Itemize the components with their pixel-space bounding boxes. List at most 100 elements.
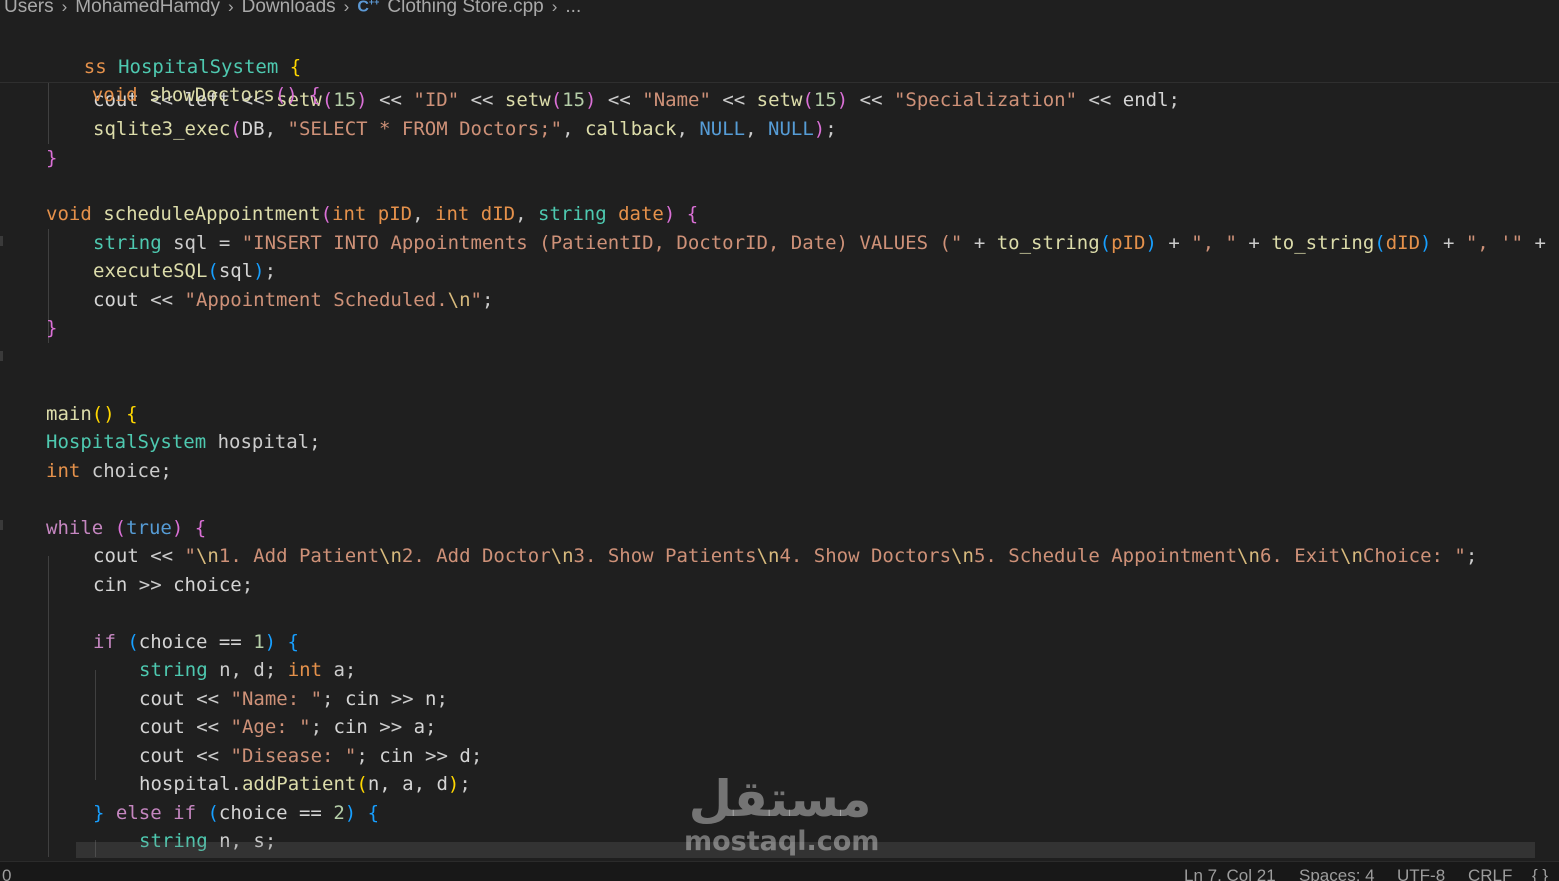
code-line[interactable]: cout << "Disease: "; cin >> d; [139, 742, 482, 770]
token: DB [241, 118, 265, 140]
code-line[interactable]: main() { [46, 400, 138, 428]
token: "Age: " [230, 716, 311, 738]
token: dID [1385, 232, 1421, 254]
token: . [230, 773, 242, 795]
token: 2. Add Doctor [401, 545, 551, 567]
breadcrumb-item-user[interactable]: MohamedHamdy [75, 0, 220, 18]
status-cursor-position[interactable]: Ln 7, Col 21 [1184, 866, 1276, 881]
token: ( [356, 773, 368, 795]
code-line[interactable]: cout << "\n1. Add Patient\n2. Add Doctor… [93, 542, 1477, 570]
token: ; [459, 773, 471, 795]
status-problems[interactable]: 0 [2, 866, 11, 881]
token: } [46, 147, 58, 169]
token: n, a, d [367, 773, 448, 795]
token: , [745, 118, 769, 140]
token: \n [951, 545, 974, 567]
code-line[interactable]: executeSQL(sql); [93, 257, 276, 285]
code-line[interactable]: } [46, 314, 57, 342]
token: ( [321, 89, 334, 111]
token: + [1431, 232, 1466, 254]
token: cout [139, 688, 185, 710]
code-line[interactable]: string n, d; int a; [139, 656, 356, 684]
token: , [515, 203, 539, 225]
token: int [287, 659, 323, 681]
code-line[interactable]: cout << "Age: "; cin >> a; [139, 713, 437, 741]
breadcrumb-item-users[interactable]: Users [4, 0, 54, 18]
token: ) [171, 517, 184, 539]
code-line[interactable]: if (choice == 1) { [93, 628, 299, 656]
margin-marker [0, 351, 3, 361]
token: sql = [161, 232, 242, 254]
token: \n [1340, 545, 1363, 567]
sticky-line-class[interactable]: ss HospitalSystem { [38, 25, 301, 78]
code-line[interactable]: void scheduleAppointment(int pID, int dI… [46, 200, 698, 228]
token: "Appointment Scheduled. [184, 289, 448, 311]
token: while [46, 517, 104, 539]
code-editor[interactable]: cout << left << setw(15) << "ID" << setw… [0, 82, 1559, 857]
token: ) [1145, 232, 1157, 254]
code-line[interactable]: sqlite3_exec(DB, "SELECT * FROM Doctors;… [93, 115, 837, 143]
breadcrumb-item-downloads[interactable]: Downloads [242, 0, 336, 18]
code-line[interactable]: while (true) { [46, 514, 206, 542]
code-line[interactable]: hospital.addPatient(n, a, d); [139, 770, 471, 798]
token: to_string [996, 232, 1100, 254]
token: \n [379, 545, 402, 567]
token: endl [1122, 89, 1169, 111]
token: ; [436, 688, 448, 710]
token: { [686, 203, 699, 225]
token: ( [127, 631, 139, 653]
token: NULL [699, 118, 746, 140]
token: sql [218, 260, 254, 282]
code-line[interactable]: } [46, 144, 57, 172]
token: 15 [333, 89, 357, 111]
code-line[interactable]: cout << "Name: "; cin >> n; [139, 685, 448, 713]
token: ) [253, 260, 265, 282]
code-line[interactable]: HospitalSystem hospital; [46, 428, 321, 456]
token: true [126, 517, 172, 539]
token: << [138, 289, 185, 311]
token: ) [585, 89, 597, 111]
token: int [435, 203, 470, 225]
token: + [962, 232, 997, 254]
token: 15 [813, 89, 837, 111]
chevron-right-icon: › [61, 0, 68, 16]
breadcrumb-trailing[interactable]: ... [565, 0, 581, 18]
token: + [1156, 232, 1192, 254]
status-bar: 0 Ln 7, Col 21 Spaces: 4 UTF-8 CRLF { } [0, 861, 1559, 881]
sticky-scroll-header[interactable]: ss HospitalSystem { void showDoctors() { [0, 24, 1559, 106]
token: ) [264, 631, 277, 653]
token: ; [264, 260, 277, 282]
token: ( [230, 118, 242, 140]
token: ; [470, 745, 483, 767]
breadcrumb-file-name[interactable]: Clothing Store.cpp [387, 0, 543, 18]
status-language-icon[interactable]: { } [1532, 866, 1548, 881]
code-line[interactable]: int choice; [46, 457, 172, 485]
status-eol[interactable]: CRLF [1468, 866, 1512, 881]
token: { [126, 403, 138, 425]
token: , [676, 118, 700, 140]
token: string [139, 659, 208, 681]
status-indentation[interactable]: Spaces: 4 [1299, 866, 1375, 881]
watermark-arabic: مستقل [688, 770, 872, 828]
code-line[interactable]: cin >> choice; [93, 571, 253, 599]
margin-marker [0, 520, 3, 530]
chevron-right-icon: › [551, 0, 558, 16]
code-line[interactable]: string sql = "INSERT INTO Appointments (… [93, 229, 1546, 257]
keyword: void [91, 84, 138, 106]
token: << [848, 89, 894, 111]
code-line[interactable]: cout << "Appointment Scheduled.\n"; [93, 286, 493, 314]
sticky-line-method[interactable]: void showDoctors() { [46, 53, 321, 106]
token: \n [1237, 545, 1260, 567]
token: ) [447, 773, 460, 795]
token: ) [1420, 232, 1432, 254]
status-encoding[interactable]: UTF-8 [1397, 866, 1445, 881]
token: addPatient [241, 773, 357, 795]
code-line[interactable]: } else if (choice == 2) { [93, 799, 379, 827]
token: ( [320, 203, 333, 225]
indent-guide [48, 556, 49, 857]
token: hospital; [206, 431, 321, 453]
